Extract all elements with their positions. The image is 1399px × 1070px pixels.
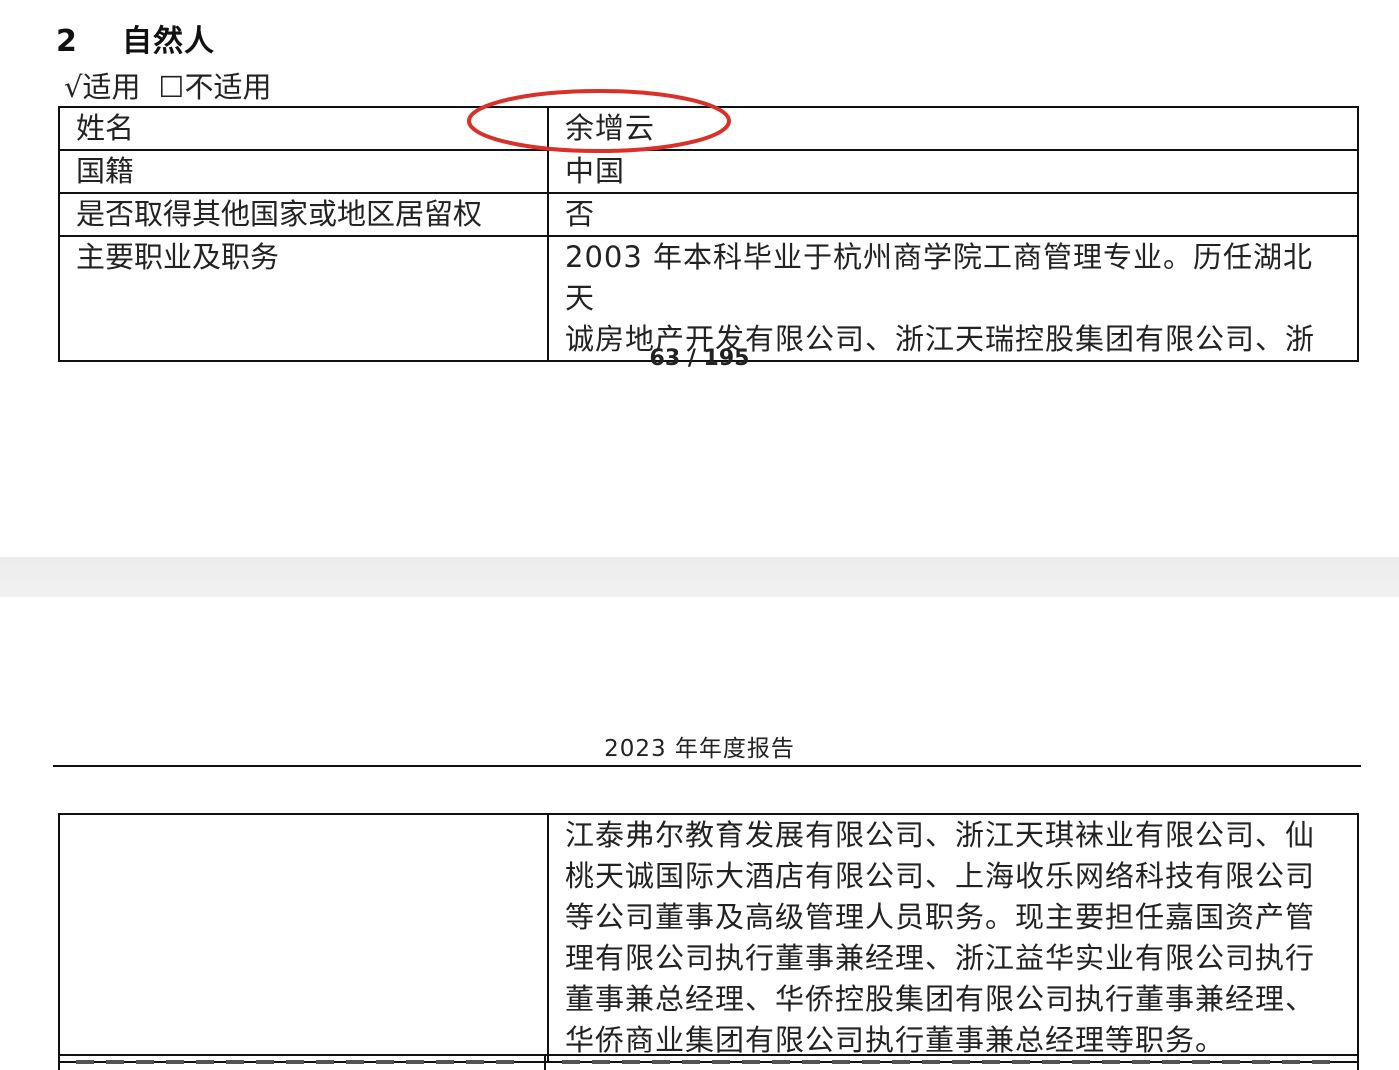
table-row: 国籍 中国 [58,149,1359,194]
page-number: 63 / 195 [649,346,750,371]
section-heading: 2 自然人 [56,16,215,60]
value-cell-residency: 否 [547,192,1359,237]
continuation-line: 等公司董事及高级管理人员职务。现主要担任嘉国资产管 [565,900,1316,934]
section-title: 自然人 [122,24,215,59]
applicability-options: √适用 ☐不适用 [64,64,271,106]
occupation-line: 2003 年本科毕业于杭州商学院工商管理专业。历任湖北天 [565,240,1314,315]
value-cell-nationality: 中国 [547,149,1359,194]
cutoff-text-fragment [76,1060,526,1064]
continuation-line: 董事兼总经理、华侨控股集团有限公司执行董事兼经理、 [565,982,1316,1016]
annotation-ellipse [467,89,731,153]
label-cell-nationality: 国籍 [58,149,549,194]
label-cell-occupation: 主要职业及职务 [58,235,549,362]
table-row: 主要职业及职务 2003 年本科毕业于杭州商学院工商管理专业。历任湖北天 诚房地… [58,235,1359,362]
label-cell-residency: 是否取得其他国家或地区居留权 [58,192,549,237]
page-separator [0,557,1399,597]
applicable-option: √适用 [64,70,141,104]
cutoff-border-mid [544,1056,546,1070]
header-divider [53,765,1361,767]
value-cell-occupation: 2003 年本科毕业于杭州商学院工商管理专业。历任湖北天 诚房地产开发有限公司、… [547,235,1359,362]
report-header-title: 2023 年年度报告 [604,736,795,762]
table-row: 是否取得其他国家或地区居留权 否 [58,192,1359,237]
continuation-line: 江泰弗尔教育发展有限公司、浙江天琪袜业有限公司、仙 [565,818,1316,852]
cutoff-text-fragment [562,1060,1332,1064]
cutoff-border-right [1357,1056,1359,1070]
cutoff-border-left [58,1056,60,1070]
not-applicable-option: ☐不适用 [158,70,272,104]
empty-label-cell [58,813,549,1063]
continuation-line: 桃天诚国际大酒店有限公司、上海收乐网络科技有限公司 [565,859,1316,893]
continuation-table: 江泰弗尔教育发展有限公司、浙江天琪袜业有限公司、仙 桃天诚国际大酒店有限公司、上… [58,813,1359,1063]
section-number: 2 [56,24,78,59]
continuation-value-cell: 江泰弗尔教育发展有限公司、浙江天琪袜业有限公司、仙 桃天诚国际大酒店有限公司、上… [547,813,1359,1063]
continuation-line: 理有限公司执行董事兼经理、浙江益华实业有限公司执行 [565,941,1316,975]
cutoff-table-row [58,1054,1359,1070]
table-row: 江泰弗尔教育发展有限公司、浙江天琪袜业有限公司、仙 桃天诚国际大酒店有限公司、上… [58,813,1359,1063]
annotation-ellipse-shape [467,89,731,153]
